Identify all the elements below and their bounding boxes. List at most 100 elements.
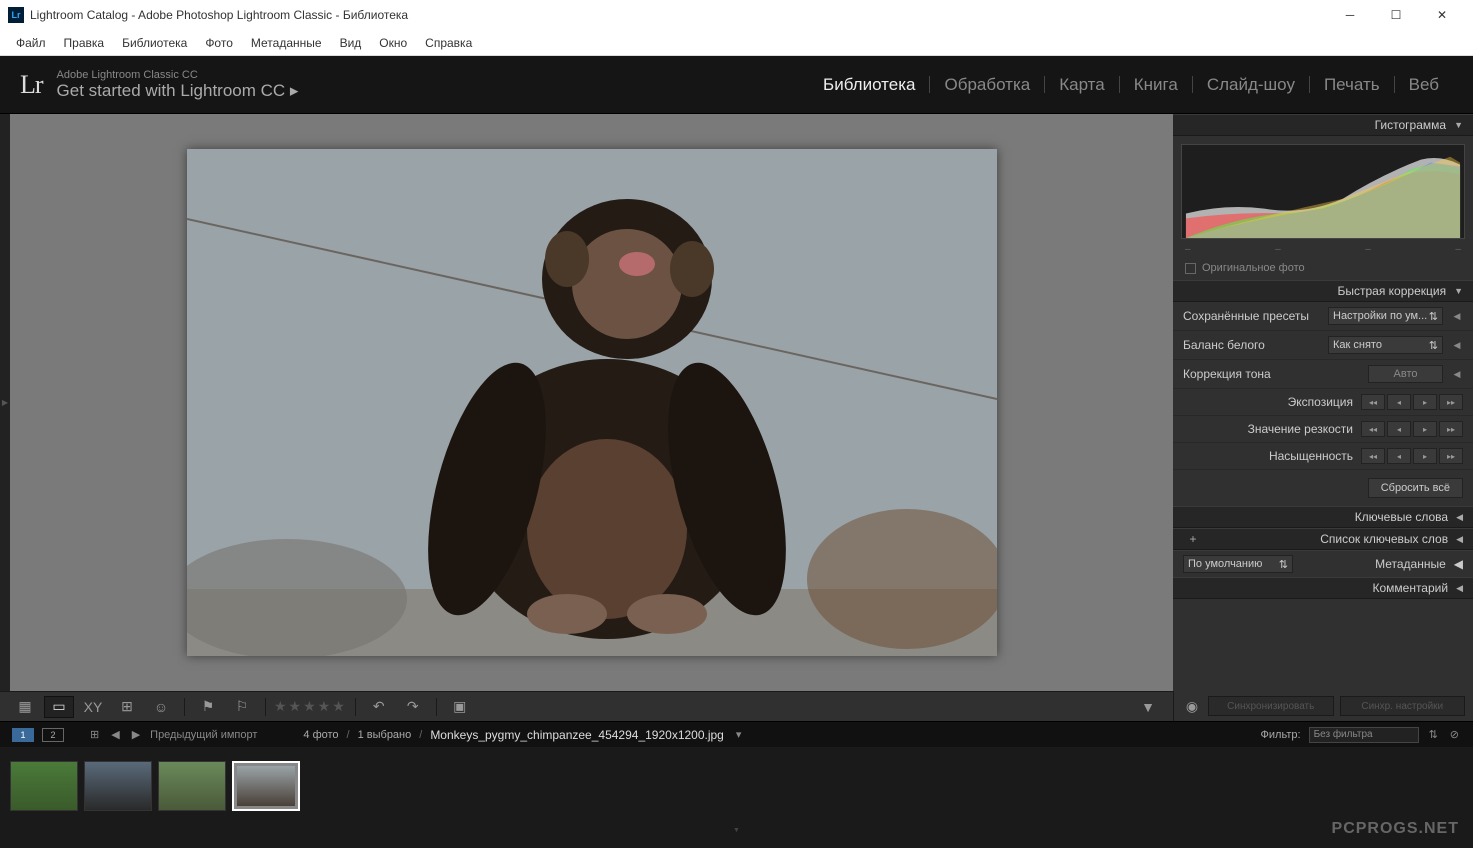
menubar: Файл Правка Библиотека Фото Метаданные В… (0, 30, 1473, 56)
metadata-preset-select[interactable]: По умолчанию⇅ (1183, 555, 1293, 573)
people-view-button[interactable]: ☺ (146, 696, 176, 718)
branding-small: Adobe Lightroom Classic CC (57, 69, 299, 81)
module-slideshow[interactable]: Слайд-шоу (1193, 76, 1310, 93)
flag-pick-button[interactable]: ⚑ (193, 696, 223, 718)
clarity-inc[interactable]: ▸ (1413, 421, 1437, 437)
wb-select[interactable]: Как снято⇅ (1328, 336, 1443, 354)
exposure-inc2[interactable]: ▸▸ (1439, 394, 1463, 410)
auto-tone-button[interactable]: Авто (1368, 365, 1443, 383)
grid-view-button[interactable]: ▦ (10, 696, 40, 718)
window-titlebar: Lr Lightroom Catalog - Adobe Photoshop L… (0, 0, 1473, 30)
rotate-ccw-button[interactable]: ↶ (364, 696, 394, 718)
collapse-icon[interactable]: ◀ (1451, 311, 1463, 322)
collapse-icon[interactable]: ◀ (1451, 340, 1463, 351)
rating-stars[interactable]: ★★★★★ (274, 698, 347, 715)
exposure-dec[interactable]: ◂ (1387, 394, 1411, 410)
clarity-inc2[interactable]: ▸▸ (1439, 421, 1463, 437)
slideshow-button[interactable]: ▣ (445, 696, 475, 718)
menu-help[interactable]: Справка (417, 34, 480, 52)
thumbnail-1[interactable] (10, 761, 78, 811)
thumbnail-2[interactable] (84, 761, 152, 811)
clarity-dec2[interactable]: ◂◂ (1361, 421, 1385, 437)
thumbnail-3[interactable] (158, 761, 226, 811)
saturation-inc[interactable]: ▸ (1413, 448, 1437, 464)
branding-large[interactable]: Get started with Lightroom CC ▸ (57, 81, 299, 101)
module-map[interactable]: Карта (1045, 76, 1120, 93)
exposure-inc[interactable]: ▸ (1413, 394, 1437, 410)
close-button[interactable]: ✕ (1419, 0, 1465, 30)
reset-all-button[interactable]: Сбросить всё (1368, 478, 1463, 498)
bottom-panel-grip[interactable] (0, 825, 1473, 835)
filter-select[interactable]: Без фильтра (1309, 727, 1419, 743)
presets-select[interactable]: Настройки по ум...⇅ (1328, 307, 1443, 325)
histogram-header[interactable]: Гистограмма▼ (1173, 114, 1473, 136)
left-panel-grip[interactable] (0, 114, 10, 691)
rotate-cw-button[interactable]: ↷ (398, 696, 428, 718)
histogram-panel[interactable]: –––– (1173, 136, 1473, 256)
menu-metadata[interactable]: Метаданные (243, 34, 330, 52)
menu-file[interactable]: Файл (8, 34, 54, 52)
saturation-inc2[interactable]: ▸▸ (1439, 448, 1463, 464)
sync-settings-button[interactable]: Синхр. настройки (1340, 696, 1466, 716)
menu-edit[interactable]: Правка (56, 34, 113, 52)
compare-view-button[interactable]: XY (78, 696, 108, 718)
maximize-button[interactable]: ☐ (1373, 0, 1419, 30)
exposure-label: Экспозиция (1183, 395, 1353, 409)
module-print[interactable]: Печать (1310, 76, 1395, 93)
survey-view-button[interactable]: ⊞ (112, 696, 142, 718)
chevron-left-icon: ◀ (1456, 534, 1463, 545)
thumbnail-4[interactable] (232, 761, 300, 811)
nav-back-button[interactable]: ◀ (109, 728, 121, 741)
second-window-tab[interactable]: 2 (42, 728, 64, 742)
menu-view[interactable]: Вид (332, 34, 370, 52)
window-title: Lightroom Catalog - Adobe Photoshop Ligh… (30, 8, 1327, 22)
collapse-icon[interactable]: ◀ (1451, 369, 1463, 380)
metadata-header[interactable]: По умолчанию⇅ Метаданные ◀ (1173, 550, 1473, 577)
source-label[interactable]: Предыдущий импорт (150, 729, 257, 741)
wb-label: Баланс белого (1183, 338, 1320, 352)
sync-button[interactable]: Синхронизировать (1208, 696, 1334, 716)
grid-icon[interactable]: ⊞ (88, 728, 101, 741)
quick-develop-header[interactable]: Быстрая коррекция▼ (1173, 280, 1473, 302)
toolbar-menu-button[interactable]: ▼ (1133, 696, 1163, 718)
clarity-label: Значение резкости (1183, 422, 1353, 436)
selected-count: 1 выбрано (358, 729, 412, 741)
loupe-view-button[interactable]: ▭ (44, 696, 74, 718)
original-photo-checkbox[interactable] (1185, 263, 1196, 274)
sync-toggle-button[interactable]: ◉ (1182, 695, 1202, 717)
flag-reject-button[interactable]: ⚐ (227, 696, 257, 718)
watermark: PCPROGS.NET (1332, 820, 1459, 838)
minimize-button[interactable]: ─ (1327, 0, 1373, 30)
chevron-left-icon: ◀ (1456, 583, 1463, 594)
original-photo-row[interactable]: Оригинальное фото (1173, 256, 1473, 280)
saturation-dec2[interactable]: ◂◂ (1361, 448, 1385, 464)
filmstrip[interactable] (0, 747, 1473, 825)
saturation-arrows: ◂◂ ◂ ▸ ▸▸ (1361, 448, 1463, 464)
exposure-dec2[interactable]: ◂◂ (1361, 394, 1385, 410)
module-develop[interactable]: Обработка (930, 76, 1045, 93)
right-panel: Гистограмма▼ –––– Оригинальное фото Быст… (1173, 114, 1473, 691)
saturation-dec[interactable]: ◂ (1387, 448, 1411, 464)
menu-photo[interactable]: Фото (197, 34, 241, 52)
module-library[interactable]: Библиотека (809, 76, 930, 93)
keywords-header[interactable]: Ключевые слова◀ (1173, 506, 1473, 528)
toolbar: ▦ ▭ XY ⊞ ☺ ⚑ ⚐ ★★★★★ ↶ ↷ ▣ ▼ (0, 691, 1173, 721)
app-icon: Lr (8, 7, 24, 23)
menu-window[interactable]: Окно (371, 34, 415, 52)
filter-label: Фильтр: (1261, 729, 1301, 741)
filter-lock-icon[interactable]: ⇅ (1427, 728, 1440, 741)
nav-forward-button[interactable]: ▶ (130, 728, 142, 741)
comments-header[interactable]: Комментарий◀ (1173, 577, 1473, 599)
main-window-tab[interactable]: 1 (12, 728, 34, 742)
plus-icon[interactable]: + (1183, 532, 1203, 546)
clarity-dec[interactable]: ◂ (1387, 421, 1411, 437)
keyword-list-header[interactable]: + Список ключевых слов◀ (1173, 528, 1473, 550)
module-book[interactable]: Книга (1120, 76, 1193, 93)
filename-dropdown-icon[interactable]: ▾ (736, 728, 742, 741)
image-canvas[interactable] (10, 114, 1173, 691)
filter-switch-icon[interactable]: ⊘ (1448, 728, 1461, 741)
module-web[interactable]: Веб (1395, 76, 1453, 93)
menu-library[interactable]: Библиотека (114, 34, 195, 52)
top-panel: Lr Adobe Lightroom Classic CC Get starte… (0, 56, 1473, 114)
lightroom-logo: Lr (20, 70, 43, 100)
